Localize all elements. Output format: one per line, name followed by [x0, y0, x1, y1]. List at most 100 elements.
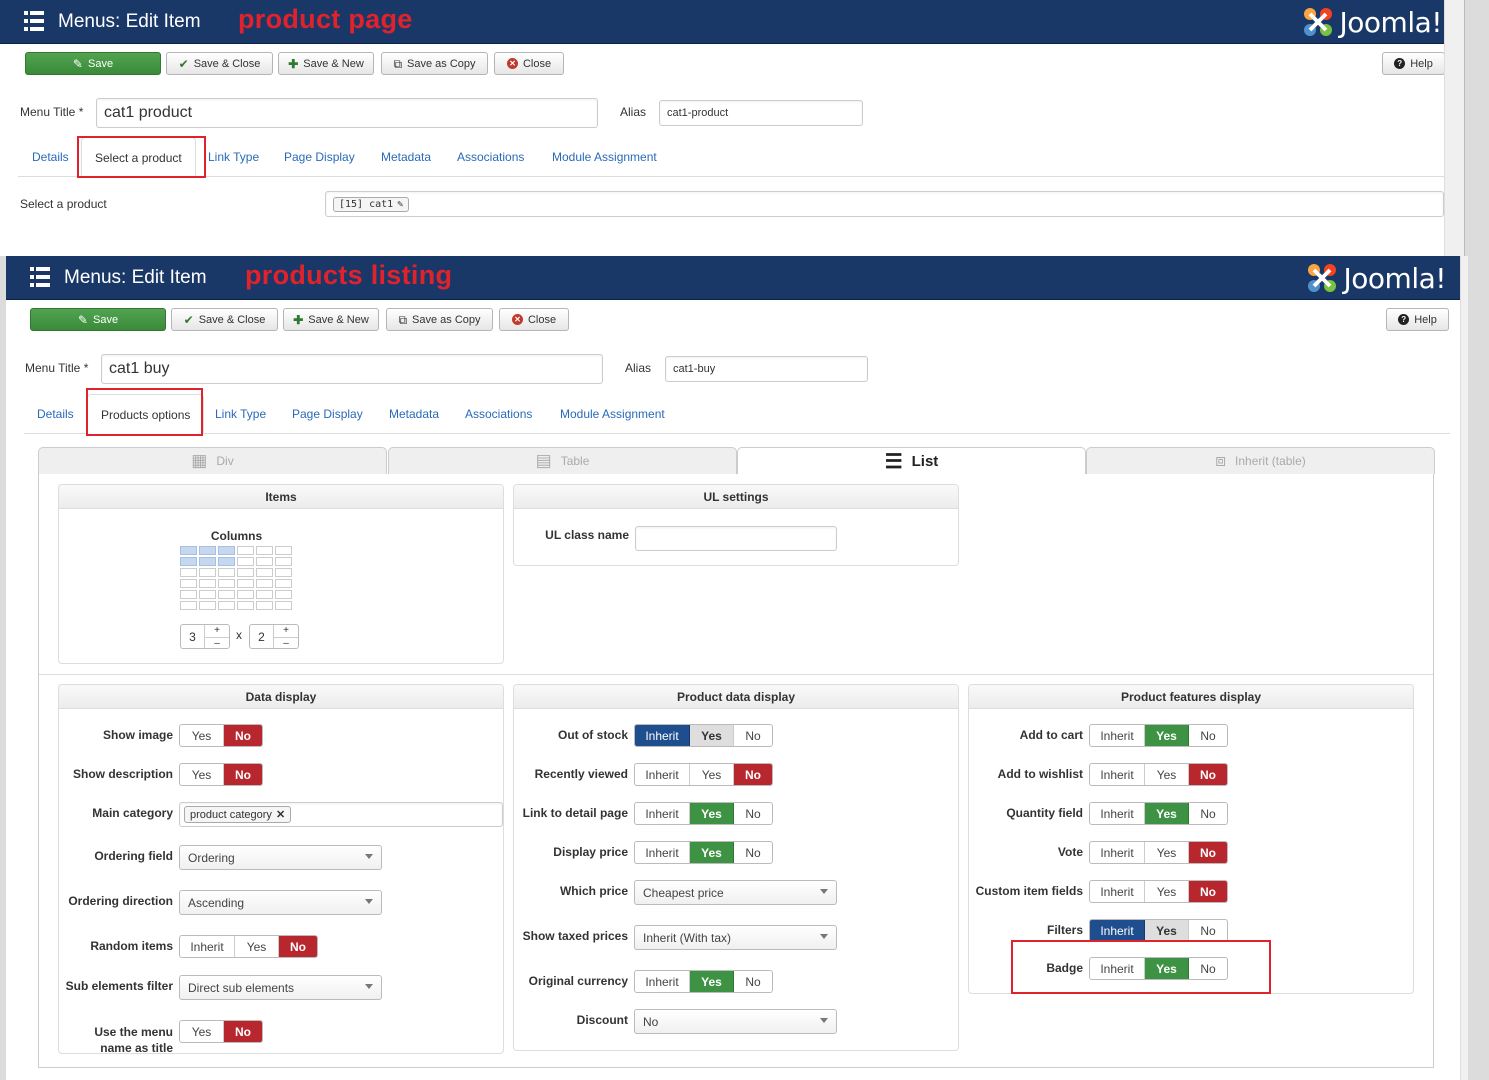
out-of-stock-inherit[interactable]: Inherit — [635, 725, 690, 746]
random-items-no[interactable]: No — [279, 936, 317, 957]
remove-tag-icon[interactable]: ✕ — [276, 808, 285, 821]
vote-toggle[interactable]: Inherit Yes No — [1089, 841, 1228, 864]
custom-item-fields-no[interactable]: No — [1189, 881, 1227, 902]
save-button[interactable]: ✎ Save — [25, 52, 161, 75]
alias-input[interactable]: cat1-product — [659, 100, 863, 126]
save-close-button[interactable]: ✔ Save & Close — [166, 52, 273, 75]
save-button[interactable]: ✎ Save — [30, 308, 166, 331]
show-image-toggle[interactable]: Yes No — [179, 724, 263, 747]
show-description-toggle[interactable]: Yes No — [179, 763, 263, 786]
layout-tab-div[interactable]: ▦ Div — [38, 447, 387, 474]
use-menu-name-toggle[interactable]: Yes No — [179, 1020, 263, 1043]
quantity-field-inherit[interactable]: Inherit — [1090, 803, 1145, 824]
tab-associations[interactable]: Associations — [457, 137, 524, 177]
out-of-stock-toggle[interactable]: Inherit Yes No — [634, 724, 773, 747]
vote-yes[interactable]: Yes — [1145, 842, 1189, 863]
link-to-detail-toggle[interactable]: Inherit Yes No — [634, 802, 773, 825]
use-menu-name-yes[interactable]: Yes — [180, 1021, 224, 1042]
link-to-detail-yes[interactable]: Yes — [690, 803, 734, 824]
columns-increment[interactable]: + — [205, 625, 229, 638]
quantity-field-toggle[interactable]: Inherit Yes No — [1089, 802, 1228, 825]
add-to-wishlist-inherit[interactable]: Inherit — [1090, 764, 1145, 785]
save-close-button[interactable]: ✔ Save & Close — [171, 308, 278, 331]
columns-spinner[interactable]: 3 + – — [180, 624, 230, 649]
vote-no[interactable]: No — [1189, 842, 1227, 863]
badge-no[interactable]: No — [1189, 958, 1227, 979]
display-price-yes[interactable]: Yes — [690, 842, 734, 863]
add-to-wishlist-yes[interactable]: Yes — [1145, 764, 1189, 785]
display-price-no[interactable]: No — [734, 842, 772, 863]
scrollbar[interactable] — [1460, 256, 1468, 1080]
layout-tab-list[interactable]: ☰ List — [737, 447, 1086, 475]
quantity-field-yes[interactable]: Yes — [1145, 803, 1189, 824]
tab-module-assignment[interactable]: Module Assignment — [560, 394, 665, 434]
vote-inherit[interactable]: Inherit — [1090, 842, 1145, 863]
use-menu-name-no[interactable]: No — [224, 1021, 262, 1042]
filters-yes[interactable]: Yes — [1145, 920, 1189, 941]
columns-decrement[interactable]: – — [205, 638, 229, 648]
random-items-inherit[interactable]: Inherit — [180, 936, 235, 957]
tab-metadata[interactable]: Metadata — [389, 394, 439, 434]
recently-viewed-yes[interactable]: Yes — [690, 764, 734, 785]
which-price-select[interactable]: Cheapest price — [634, 880, 837, 905]
add-to-cart-no[interactable]: No — [1189, 725, 1227, 746]
category-tag[interactable]: product category ✕ — [184, 806, 292, 823]
ordering-direction-select[interactable]: Ascending — [179, 890, 382, 915]
custom-item-fields-toggle[interactable]: Inherit Yes No — [1089, 880, 1228, 903]
recently-viewed-toggle[interactable]: Inherit Yes No — [634, 763, 773, 786]
filters-no[interactable]: No — [1189, 920, 1227, 941]
layout-tab-inherit[interactable]: ⧈ Inherit (table) — [1086, 447, 1435, 474]
original-currency-toggle[interactable]: Inherit Yes No — [634, 970, 773, 993]
add-to-cart-inherit[interactable]: Inherit — [1090, 725, 1145, 746]
custom-item-fields-inherit[interactable]: Inherit — [1090, 881, 1145, 902]
tab-details[interactable]: Details — [37, 394, 74, 434]
save-copy-button[interactable]: ⧉ Save as Copy — [386, 308, 493, 331]
ordering-field-select[interactable]: Ordering — [179, 845, 382, 870]
scrollbar[interactable] — [1444, 0, 1464, 256]
tab-details[interactable]: Details — [32, 137, 69, 177]
badge-inherit[interactable]: Inherit — [1090, 958, 1145, 979]
close-button[interactable]: ✕ Close — [494, 52, 564, 75]
rows-decrement[interactable]: – — [274, 638, 298, 648]
tab-page-display[interactable]: Page Display — [292, 394, 363, 434]
tab-select-product[interactable]: Select a product — [81, 137, 196, 177]
filters-inherit[interactable]: Inherit — [1090, 920, 1145, 941]
save-copy-button[interactable]: ⧉ Save as Copy — [381, 52, 488, 75]
show-image-no[interactable]: No — [224, 725, 262, 746]
tab-page-display[interactable]: Page Display — [284, 137, 355, 177]
tab-associations[interactable]: Associations — [465, 394, 532, 434]
display-price-toggle[interactable]: Inherit Yes No — [634, 841, 773, 864]
add-to-wishlist-toggle[interactable]: Inherit Yes No — [1089, 763, 1228, 786]
layout-tab-table[interactable]: ▤ Table — [388, 447, 737, 474]
random-items-toggle[interactable]: Inherit Yes No — [179, 935, 318, 958]
rows-value[interactable]: 2 — [250, 625, 274, 648]
filters-toggle[interactable]: Inherit Yes No — [1089, 919, 1228, 942]
link-to-detail-inherit[interactable]: Inherit — [635, 803, 690, 824]
menu-title-input[interactable]: cat1 buy — [101, 354, 603, 384]
save-new-button[interactable]: ✚ Save & New — [278, 52, 374, 75]
recently-viewed-inherit[interactable]: Inherit — [635, 764, 690, 785]
add-to-cart-toggle[interactable]: Inherit Yes No — [1089, 724, 1228, 747]
sub-elements-filter-select[interactable]: Direct sub elements — [179, 975, 382, 1000]
add-to-wishlist-no[interactable]: No — [1189, 764, 1227, 785]
save-new-button[interactable]: ✚ Save & New — [283, 308, 379, 331]
product-select-field[interactable]: [15] cat1 ✎ — [325, 191, 1444, 217]
original-currency-no[interactable]: No — [734, 971, 772, 992]
badge-toggle[interactable]: Inherit Yes No — [1089, 957, 1228, 980]
random-items-yes[interactable]: Yes — [235, 936, 279, 957]
tab-products-options[interactable]: Products options — [87, 394, 205, 434]
help-button[interactable]: ? Help — [1386, 308, 1449, 331]
show-description-yes[interactable]: Yes — [180, 764, 224, 785]
quantity-field-no[interactable]: No — [1189, 803, 1227, 824]
tab-metadata[interactable]: Metadata — [381, 137, 431, 177]
original-currency-inherit[interactable]: Inherit — [635, 971, 690, 992]
columns-grid-picker[interactable] — [180, 546, 292, 610]
rows-increment[interactable]: + — [274, 625, 298, 638]
recently-viewed-no[interactable]: No — [734, 764, 772, 785]
discount-select[interactable]: No — [634, 1009, 837, 1034]
ul-class-input[interactable] — [635, 526, 837, 551]
out-of-stock-no[interactable]: No — [734, 725, 772, 746]
help-button[interactable]: ? Help — [1382, 52, 1445, 75]
link-to-detail-no[interactable]: No — [734, 803, 772, 824]
out-of-stock-yes[interactable]: Yes — [690, 725, 734, 746]
